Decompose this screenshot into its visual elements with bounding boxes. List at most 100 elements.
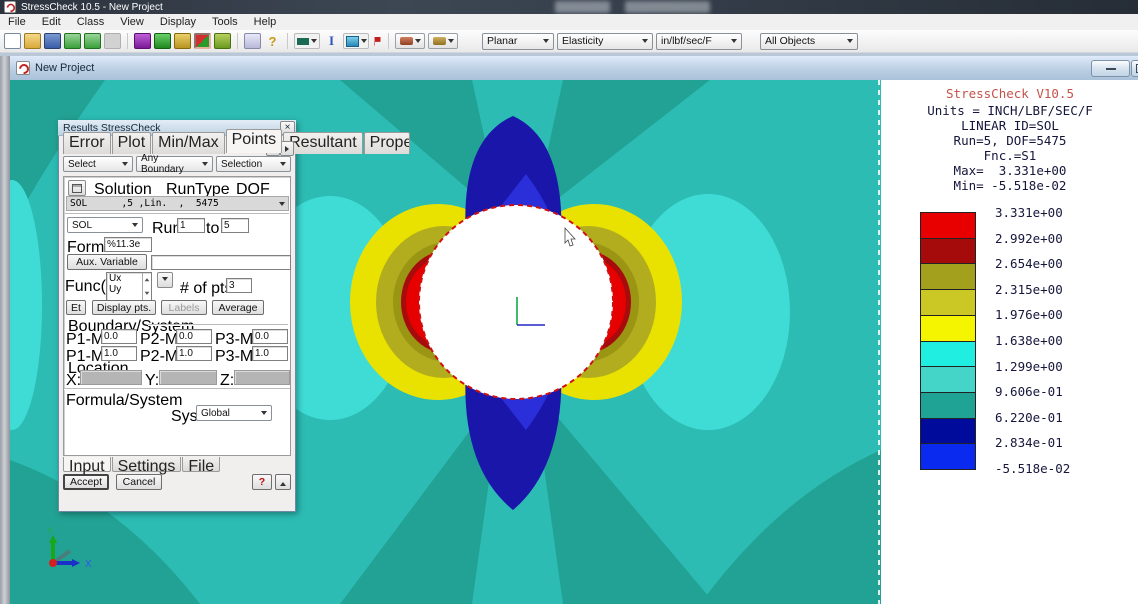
funcs-listbox[interactable]: Ux Uy xyxy=(106,272,152,301)
select-combobox[interactable]: Select xyxy=(63,156,133,172)
sys-combobox[interactable]: Global xyxy=(196,405,272,421)
import-icon[interactable] xyxy=(64,33,81,49)
window-frame-left xyxy=(0,56,10,604)
results-line: Run=5, DOF=5475 xyxy=(884,133,1136,148)
theory-combobox[interactable]: Elasticity xyxy=(557,33,653,50)
average-button[interactable]: Average xyxy=(212,300,264,315)
open-project-icon[interactable] xyxy=(24,33,41,49)
aux-variable-button[interactable]: Aux. Variable xyxy=(67,254,147,270)
scroll-down-icon[interactable] xyxy=(145,292,150,298)
sol-combobox[interactable]: SOL xyxy=(67,217,143,233)
solution-row[interactable]: SOL ,5 ,Lin. , 5475 xyxy=(66,196,289,211)
menu-file[interactable]: File xyxy=(0,14,34,30)
objects-combobox[interactable]: All Objects xyxy=(760,33,858,50)
materials-icon[interactable] xyxy=(174,33,191,49)
legend-value: -5.518e-02 xyxy=(995,461,1115,475)
tab-resultant[interactable]: Resultant xyxy=(283,132,363,154)
funcs-dropdown-icon[interactable] xyxy=(157,272,173,288)
run-from-field[interactable] xyxy=(177,218,205,233)
edge-select-dropdown[interactable] xyxy=(294,33,320,49)
menu-display[interactable]: Display xyxy=(152,14,204,30)
menu-tools[interactable]: Tools xyxy=(204,14,246,30)
tab-file[interactable]: File xyxy=(182,457,220,472)
legend-value: 9.606e-01 xyxy=(995,384,1115,398)
selection-mode-dropdown[interactable] xyxy=(395,33,425,49)
dialog-help-icon[interactable]: ? xyxy=(252,474,272,490)
caret-down-icon xyxy=(448,39,454,46)
aux-variable-field[interactable] xyxy=(151,255,291,270)
geometry-icon[interactable] xyxy=(134,33,151,49)
application-window: StressCheck 10.5 - New Project File Edit… xyxy=(0,0,1138,604)
tab-properties[interactable]: Proper xyxy=(364,132,410,154)
caret-down-icon xyxy=(261,411,267,418)
new-document-icon[interactable] xyxy=(4,33,21,49)
triad-y-label: Y xyxy=(47,526,53,536)
legend-band xyxy=(921,239,975,265)
p2max-field[interactable] xyxy=(176,346,212,361)
handbook-icon[interactable] xyxy=(244,33,261,49)
tab-settings[interactable]: Settings xyxy=(112,457,182,472)
display-settings-icon[interactable] xyxy=(194,33,211,49)
checks-icon[interactable] xyxy=(214,33,231,49)
tab-plot[interactable]: Plot xyxy=(112,132,152,154)
scroll-up-icon[interactable] xyxy=(145,276,150,282)
pick-mode-dropdown[interactable] xyxy=(428,33,458,49)
menu-edit[interactable]: Edit xyxy=(34,14,69,30)
tab-minmax[interactable]: Min/Max xyxy=(152,132,224,154)
funcs-scrollbar[interactable] xyxy=(142,273,151,300)
menu-bar: File Edit Class View Display Tools Help xyxy=(0,14,1138,31)
caret-down-icon xyxy=(132,223,138,230)
caret-down-icon xyxy=(361,39,367,46)
legend-value: 1.976e+00 xyxy=(995,307,1115,321)
ibeam-icon[interactable]: I xyxy=(323,33,340,49)
selection-combobox[interactable]: Selection xyxy=(216,156,291,172)
grid-glyph xyxy=(72,184,82,193)
menu-view[interactable]: View xyxy=(112,14,152,30)
tab-error[interactable]: Error xyxy=(63,132,111,154)
p3max-field[interactable] xyxy=(252,346,288,361)
boundary-combobox[interactable]: Any Boundary xyxy=(136,156,213,172)
taskbar-thumbnail xyxy=(555,1,610,13)
grid-icon[interactable] xyxy=(68,180,86,196)
formula-title: Formula/System xyxy=(66,392,182,410)
format-field[interactable] xyxy=(104,237,152,252)
maximize-button[interactable] xyxy=(1131,60,1138,77)
menu-help[interactable]: Help xyxy=(246,14,285,30)
p2min-field[interactable] xyxy=(176,329,212,344)
triad-origin xyxy=(49,559,57,567)
model-hole[interactable] xyxy=(419,205,613,399)
results-line: LINEAR ID=SOL xyxy=(884,118,1136,133)
display-pts-button[interactable]: Display pts. xyxy=(92,300,156,315)
p3min-field[interactable] xyxy=(252,329,288,344)
flag-icon[interactable] xyxy=(372,33,382,49)
p1min-field[interactable] xyxy=(101,329,137,344)
help-icon[interactable]: ? xyxy=(264,33,281,49)
reference-value: Planar xyxy=(487,35,517,47)
tab-points[interactable]: Points xyxy=(226,129,282,153)
taskbar-thumbnail xyxy=(625,1,710,13)
layers-dropdown[interactable] xyxy=(343,33,369,49)
caret-down-icon xyxy=(162,277,168,284)
menu-class[interactable]: Class xyxy=(69,14,113,30)
labels-button[interactable]: Labels xyxy=(161,300,207,315)
p1max-field[interactable] xyxy=(101,346,137,361)
run-to-field[interactable] xyxy=(221,218,249,233)
cancel-button[interactable]: Cancel xyxy=(116,474,162,490)
tab-input[interactable]: Input xyxy=(63,457,111,472)
mesh-icon[interactable] xyxy=(154,33,171,49)
accept-button[interactable]: Accept xyxy=(63,474,109,490)
tab-scroll-right-icon[interactable] xyxy=(280,141,294,156)
et-button[interactable]: Et xyxy=(66,300,86,315)
collapse-dialog-icon[interactable] xyxy=(275,474,291,490)
units-combobox[interactable]: in/lbf/sec/F xyxy=(656,33,742,50)
theory-value: Elasticity xyxy=(562,35,603,47)
pts-field[interactable] xyxy=(226,278,252,293)
export-icon[interactable] xyxy=(84,33,101,49)
reference-combobox[interactable]: Planar xyxy=(482,33,554,50)
z-field xyxy=(234,370,290,385)
select-value: Select xyxy=(68,159,96,170)
legend-value: 6.220e-01 xyxy=(995,410,1115,424)
minimize-button[interactable] xyxy=(1091,60,1130,77)
save-icon[interactable] xyxy=(44,33,61,49)
project-window-titlebar[interactable]: New Project xyxy=(10,56,1138,81)
